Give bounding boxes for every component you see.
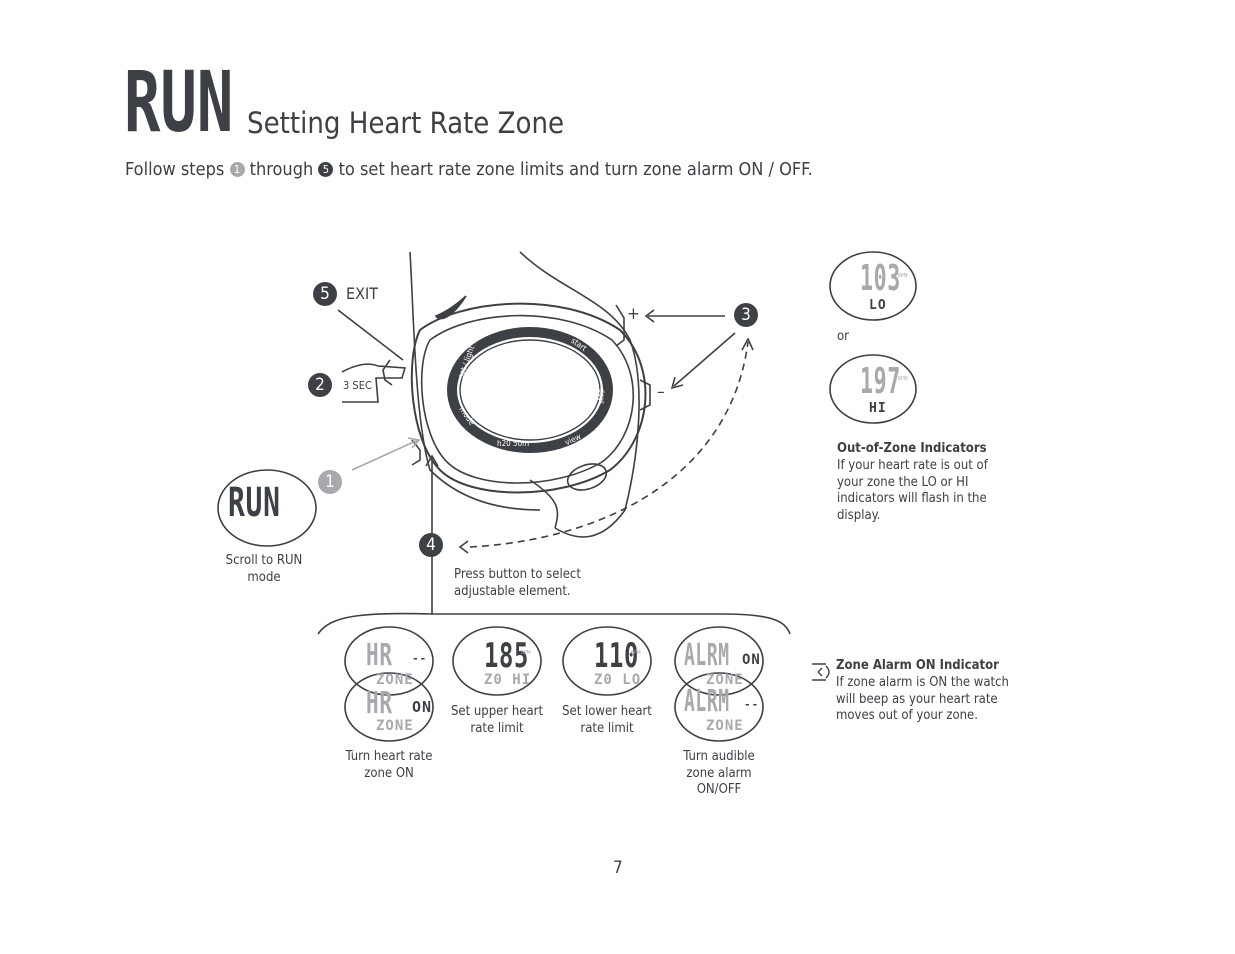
bezel-water: h20 50m — [497, 439, 530, 448]
hi-indicator: HI — [869, 401, 887, 416]
caption-upper-limit: Set upper heart rate limit — [450, 704, 544, 736]
step-3-marker: 3 — [734, 303, 758, 327]
step-2-marker: 2 — [308, 373, 332, 397]
lower-limit-zone: Z0 LO — [594, 672, 642, 688]
step-5-marker: 5 — [313, 282, 337, 306]
hr-display-top: HR — [366, 638, 393, 673]
alarm-display-top-2: ALRM — [684, 684, 730, 719]
upper-limit-unit: BPM — [521, 650, 531, 656]
alarm-display-zone-2: ZONE — [706, 718, 744, 734]
alarm-display-state: ON — [742, 652, 761, 668]
strap-left-edge — [409, 251, 541, 511]
hi-value: 197 — [860, 361, 901, 402]
alarm-indicator-text: If zone alarm is ON the watch will beep … — [836, 675, 1009, 723]
upper-limit-zone: Z0 HI — [484, 672, 532, 688]
step-4-caption: Press button to select adjustable elemen… — [454, 567, 581, 599]
hr-display-zone-2: ZONE — [376, 718, 414, 734]
alarm-display-top: ALRM — [684, 638, 730, 673]
bezel-stop: stop — [596, 388, 606, 405]
hr-display-state: -- — [412, 652, 428, 665]
alarm-indicator-title: Zone Alarm ON Indicator — [836, 658, 999, 673]
set-light-button — [382, 359, 393, 386]
speaker-icon — [812, 663, 830, 681]
hr-display-top-2: HR — [366, 686, 393, 721]
exit-label: EXIT — [346, 284, 378, 303]
caption-lower-limit: Set lower heart rate limit — [562, 704, 652, 736]
lower-limit-unit: BPM — [631, 650, 641, 656]
out-of-zone-text: If your heart rate is out of your zone t… — [837, 458, 988, 523]
out-of-zone-title: Out-of-Zone Indicators — [837, 441, 987, 456]
hi-unit: BPM — [898, 376, 908, 382]
or-label: or — [837, 329, 849, 344]
page-number: 7 — [613, 858, 623, 878]
bracket-line — [317, 612, 791, 635]
lo-indicator: LO — [869, 298, 887, 313]
hr-display-state-2: ON — [412, 698, 433, 716]
minus-label: – — [657, 382, 665, 402]
hold-duration-label: 3 SEC — [343, 379, 372, 392]
strap-right-edge — [519, 251, 640, 538]
caption-alarm: Turn audible zone alarm ON/OFF — [683, 749, 755, 797]
lower-limit-value: 110 — [594, 636, 640, 676]
plus-label: + — [627, 304, 640, 324]
caption-hr-zone: Turn heart rate zone ON — [345, 749, 433, 781]
step-1-marker: 1 — [318, 470, 342, 494]
alarm-display-state-2: -- — [744, 698, 760, 711]
upper-limit-value: 185 — [484, 636, 530, 676]
step-4-marker: 4 — [419, 533, 443, 557]
step-1-caption: Scroll to RUN mode — [225, 553, 303, 585]
lo-value: 103 — [860, 258, 901, 299]
lo-unit: BPM — [898, 273, 908, 279]
exit-arrow — [337, 309, 404, 361]
watch-illustration — [217, 251, 917, 742]
run-display: RUN — [228, 480, 281, 526]
view-button — [566, 463, 608, 491]
